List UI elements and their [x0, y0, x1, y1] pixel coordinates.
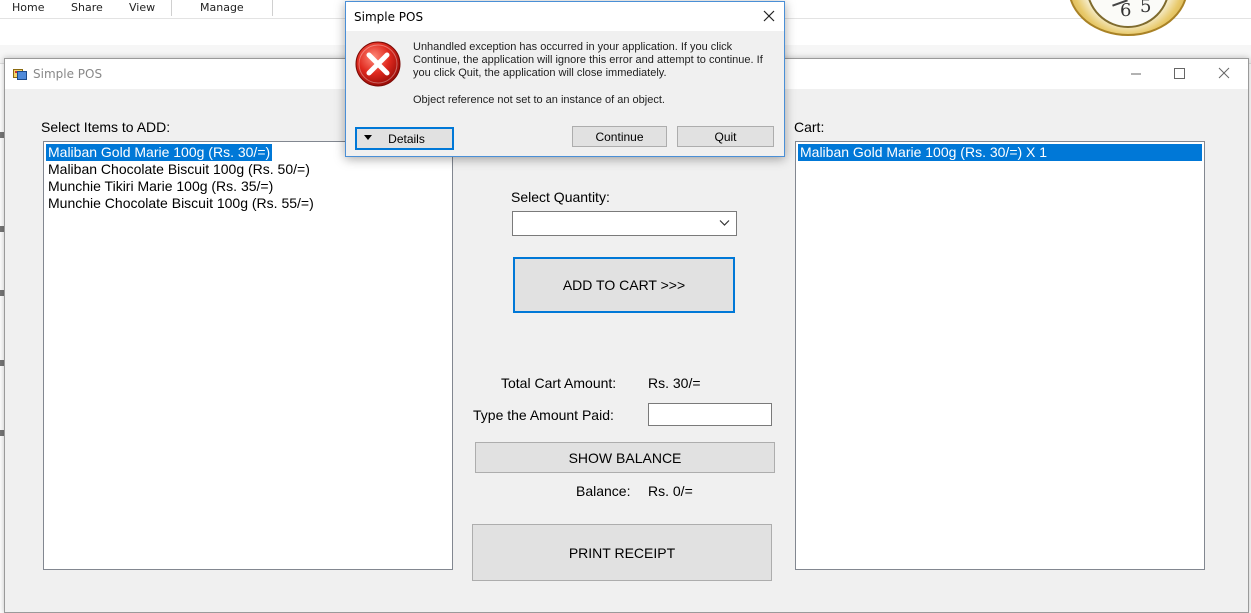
clock-number: 5 [1140, 0, 1152, 17]
cart-listbox[interactable]: Maliban Gold Marie 100g (Rs. 30/=) X 1 [795, 141, 1205, 570]
maximize-button[interactable] [1156, 59, 1202, 89]
ribbon-tab-manage[interactable]: Manage [200, 1, 244, 14]
dialog-error-detail: Object reference not set to an instance … [413, 94, 665, 106]
chevron-down-icon [719, 220, 730, 226]
total-cart-amount-value: Rs. 30/= [648, 375, 701, 391]
ribbon-separator [272, 0, 273, 16]
ribbon-tab-view[interactable]: View [129, 1, 155, 14]
maximize-icon [1174, 68, 1185, 79]
select-quantity-label: Select Quantity: [511, 189, 610, 205]
close-button[interactable] [1201, 59, 1247, 89]
list-item[interactable]: Maliban Gold Marie 100g (Rs. 30/=) [46, 144, 273, 161]
list-item[interactable]: Maliban Chocolate Biscuit 100g (Rs. 50/=… [46, 161, 312, 178]
triangle-down-icon [364, 135, 372, 140]
continue-button[interactable]: Continue [572, 126, 667, 147]
items-listbox[interactable]: Maliban Gold Marie 100g (Rs. 30/=) Malib… [43, 141, 453, 570]
details-button[interactable]: Details [355, 127, 454, 150]
balance-value: Rs. 0/= [648, 483, 693, 499]
show-balance-button[interactable]: SHOW BALANCE [475, 442, 775, 473]
cart-label: Cart: [794, 119, 825, 135]
amount-paid-label: Type the Amount Paid: [473, 407, 614, 423]
dialog-message-line: Unhandled exception has occurred in your… [413, 41, 733, 53]
minimize-button[interactable] [1113, 59, 1159, 89]
clock-gadget: 6 5 [1068, 0, 1188, 36]
amount-paid-input[interactable] [648, 403, 772, 426]
ribbon-tab-share[interactable]: Share [71, 1, 103, 14]
quantity-dropdown[interactable] [512, 211, 737, 236]
dialog-message-line: you click Quit, the application will clo… [413, 67, 667, 79]
window-title: Simple POS [33, 67, 103, 81]
print-receipt-button[interactable]: PRINT RECEIPT [472, 524, 772, 581]
ribbon-separator [171, 0, 172, 16]
dialog-title: Simple POS [354, 10, 424, 24]
dialog-message: Unhandled exception has occurred in your… [413, 41, 773, 80]
error-dialog: Simple POS Unhandled exception has occur… [345, 1, 785, 157]
clock-dial: 6 5 [1086, 0, 1170, 28]
close-icon [763, 10, 775, 22]
total-cart-amount-label: Total Cart Amount: [501, 375, 617, 391]
select-items-label: Select Items to ADD: [41, 119, 171, 135]
list-item[interactable]: Munchie Tikiri Marie 100g (Rs. 35/=) [46, 178, 275, 195]
details-button-label: Details [388, 131, 425, 146]
app-icon [13, 69, 27, 80]
ribbon-tab-home[interactable]: Home [12, 1, 44, 14]
minimize-icon [1131, 73, 1141, 75]
add-to-cart-button[interactable]: ADD TO CART >>> [513, 257, 735, 313]
cart-item[interactable]: Maliban Gold Marie 100g (Rs. 30/=) X 1 [798, 144, 1202, 161]
quit-button[interactable]: Quit [677, 126, 774, 147]
dialog-close-button[interactable] [754, 2, 784, 31]
dialog-message-line: Continue, the application will ignore th… [413, 54, 763, 66]
list-item[interactable]: Munchie Chocolate Biscuit 100g (Rs. 55/=… [46, 195, 316, 212]
dialog-titlebar[interactable]: Simple POS [346, 2, 784, 31]
close-icon [1218, 67, 1230, 79]
balance-label: Balance: [576, 483, 631, 499]
error-icon [355, 41, 401, 87]
